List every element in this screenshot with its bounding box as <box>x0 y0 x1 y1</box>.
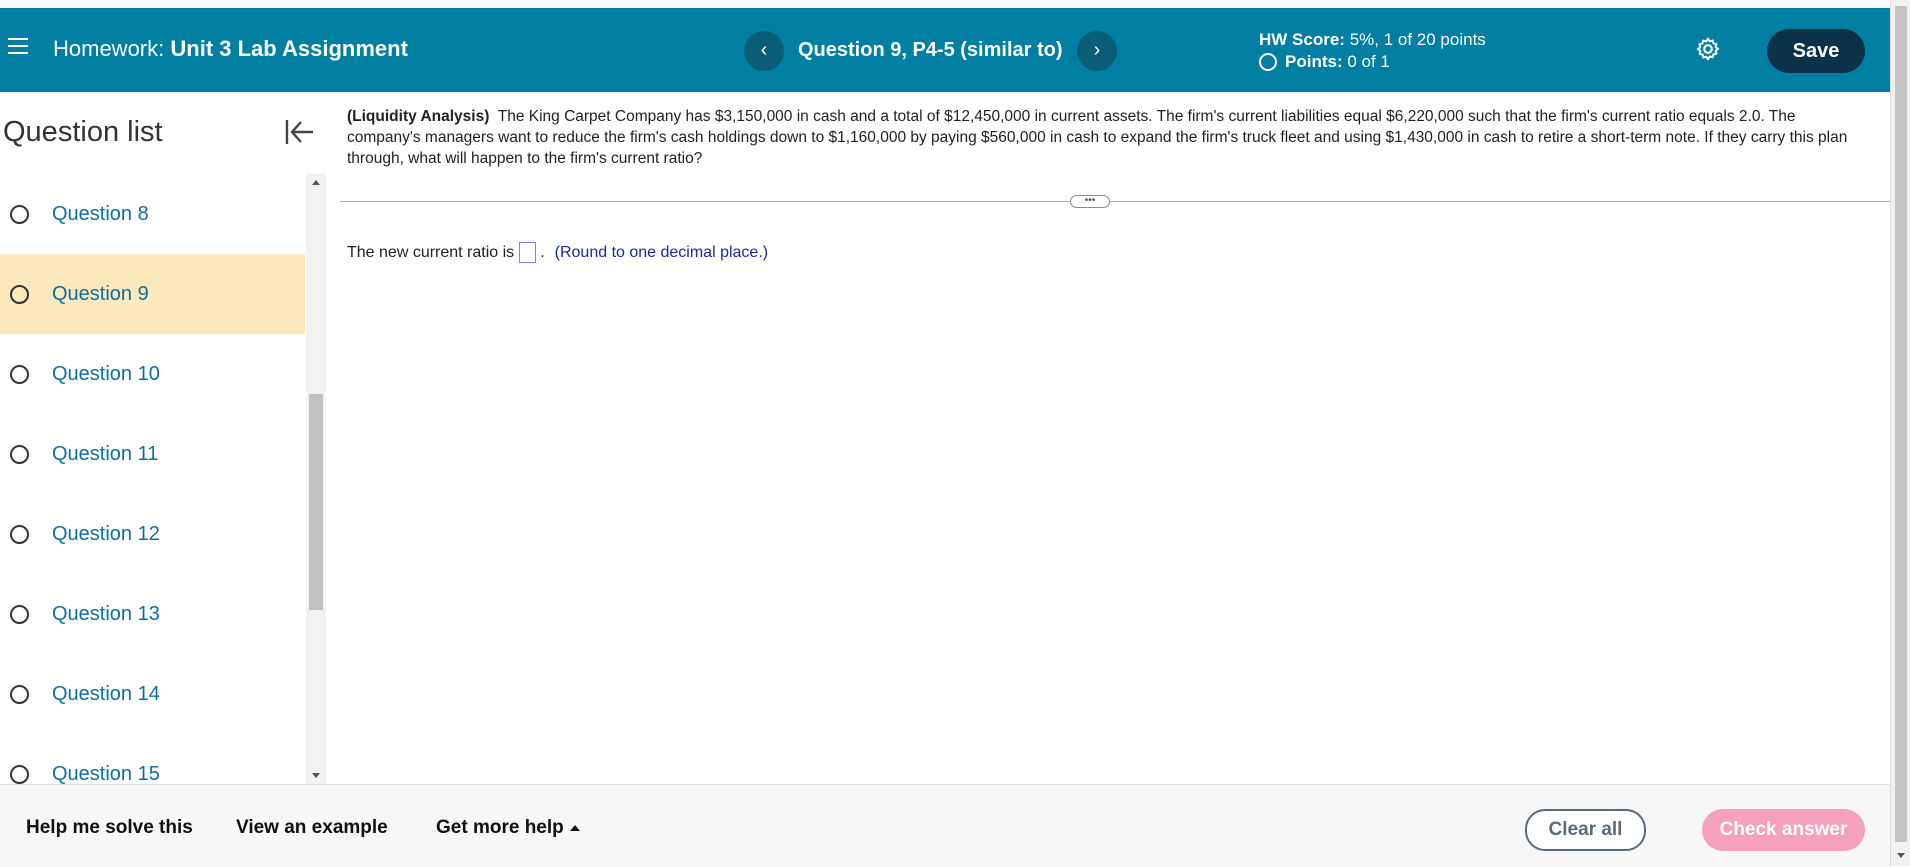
homework-title: Homework: Unit 3 Lab Assignment <box>53 36 408 62</box>
question-label: Question 15 <box>52 762 160 785</box>
problem-statement: (Liquidity Analysis) The King Carpet Com… <box>347 106 1867 169</box>
question-list-item[interactable]: Question 12 <box>0 494 305 574</box>
question-status-icon <box>10 764 29 784</box>
get-more-help-button[interactable]: Get more help <box>436 817 580 839</box>
window-scrollbar[interactable] <box>1890 0 1910 866</box>
question-label: Question 14 <box>52 682 160 705</box>
save-button[interactable]: Save <box>1767 29 1865 73</box>
next-question-button[interactable]: › <box>1077 31 1117 71</box>
answer-period: . <box>540 243 545 261</box>
points: Points: 0 of 1 <box>1259 51 1486 73</box>
question-list-item[interactable]: Question 11 <box>0 414 305 494</box>
collapse-left-icon[interactable] <box>283 117 315 147</box>
question-list-item[interactable]: Question 13 <box>0 574 305 654</box>
help-footer: Help me solve this View an example Get m… <box>0 784 1890 867</box>
pane-divider <box>340 201 1890 202</box>
assignment-header: Homework: Unit 3 Lab Assignment ‹ Questi… <box>0 8 1890 92</box>
question-label: Question 9 <box>52 282 149 305</box>
question-status-icon <box>10 524 29 544</box>
question-list-item[interactable]: Question 15 <box>0 734 305 784</box>
points-status-icon <box>1259 53 1277 71</box>
answer-line: The new current ratio is . (Round to one… <box>347 242 768 263</box>
question-list-scrollbar[interactable] <box>306 174 326 784</box>
clear-all-button[interactable]: Clear all <box>1525 809 1646 851</box>
homework-title-prefix: Homework: <box>53 36 165 61</box>
question-label: Question 12 <box>52 522 160 545</box>
question-list-title: Question list <box>3 116 163 148</box>
answer-prompt: The new current ratio is <box>347 243 515 261</box>
question-title: Question 9, P4-5 (similar to) <box>798 39 1063 61</box>
scroll-up-arrow-icon[interactable] <box>312 180 320 185</box>
hamburger-menu-icon[interactable] <box>8 38 28 56</box>
question-list-item-active[interactable]: Question 9 <box>0 254 305 334</box>
get-more-help-label: Get more help <box>436 817 564 838</box>
question-label: Question 11 <box>52 442 159 465</box>
question-label: Question 13 <box>52 602 160 625</box>
homework-title-name: Unit 3 Lab Assignment <box>170 36 408 61</box>
hw-score-label: HW Score: <box>1259 30 1345 49</box>
question-list-item[interactable]: Question 14 <box>0 654 305 734</box>
question-status-icon <box>10 604 29 624</box>
question-list-item[interactable]: Question 8 <box>0 174 305 254</box>
question-list: Question 8 Question 9 Question 10 Questi… <box>0 174 305 784</box>
question-label: Question 8 <box>52 202 149 225</box>
points-value: 0 of 1 <box>1347 52 1390 71</box>
top-strip <box>0 0 1890 8</box>
question-status-icon <box>10 204 29 224</box>
previous-question-button[interactable]: ‹ <box>744 31 784 71</box>
gear-icon[interactable] <box>1695 36 1721 62</box>
question-status-icon <box>10 444 29 464</box>
question-list-item[interactable]: Question 10 <box>0 334 305 414</box>
hw-score-panel: HW Score: 5%, 1 of 20 points Points: 0 o… <box>1259 29 1486 73</box>
question-label: Question 10 <box>52 362 160 385</box>
check-answer-button[interactable]: Check answer <box>1702 809 1865 851</box>
rounding-hint: (Round to one decimal place.) <box>554 243 769 261</box>
window-scrollbar-thumb[interactable] <box>1895 6 1907 842</box>
divider-handle[interactable]: ••• <box>1070 195 1110 208</box>
scrollbar-thumb[interactable] <box>309 394 323 610</box>
points-label: Points: <box>1285 52 1343 71</box>
problem-topic: (Liquidity Analysis) <box>347 108 490 125</box>
help-me-solve-button[interactable]: Help me solve this <box>26 817 193 839</box>
question-status-icon <box>10 684 29 704</box>
question-content: (Liquidity Analysis) The King Carpet Com… <box>326 92 1890 784</box>
question-status-icon <box>10 364 29 384</box>
view-example-button[interactable]: View an example <box>236 817 388 839</box>
question-status-icon <box>10 284 29 304</box>
window-scroll-down-arrow-icon[interactable] <box>1897 853 1905 858</box>
hw-score-value: 5%, 1 of 20 points <box>1349 30 1486 49</box>
caret-up-icon <box>569 824 580 831</box>
problem-text: The King Carpet Company has $3,150,000 i… <box>347 108 1848 167</box>
answer-input[interactable] <box>519 242 537 263</box>
scroll-down-arrow-icon[interactable] <box>312 773 320 778</box>
hw-score: HW Score: 5%, 1 of 20 points <box>1259 29 1486 51</box>
